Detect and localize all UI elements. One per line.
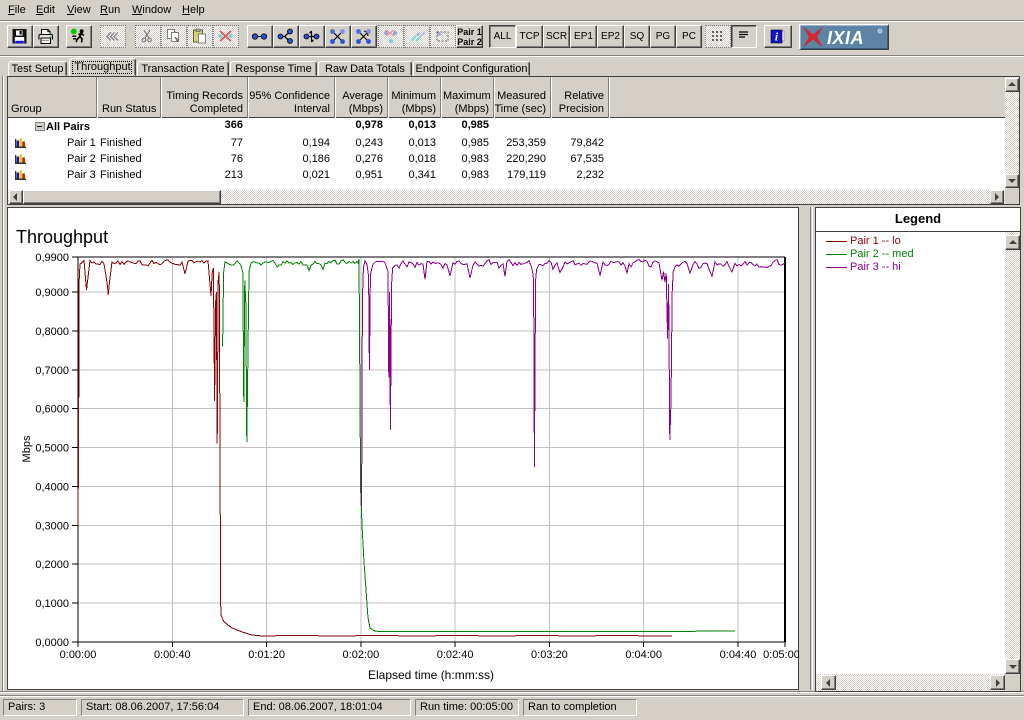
svg-text:0:02:40: 0:02:40	[437, 649, 474, 661]
svg-text:0:00:00: 0:00:00	[60, 649, 97, 661]
svg-text:0:02:00: 0:02:00	[343, 649, 380, 661]
svg-text:0,9900: 0,9900	[35, 252, 69, 264]
svg-text:0:01:20: 0:01:20	[248, 649, 285, 661]
svg-text:IXIA: IXIA	[827, 28, 864, 48]
svg-text:0,0000: 0,0000	[35, 637, 69, 649]
svg-text:0:03:20: 0:03:20	[531, 649, 568, 661]
svg-text:Elapsed time (h:mm:ss): Elapsed time (h:mm:ss)	[368, 668, 494, 682]
svg-text:0,1000: 0,1000	[35, 598, 69, 610]
svg-text:Mbps: Mbps	[21, 435, 33, 462]
svg-text:0:00:40: 0:00:40	[154, 649, 191, 661]
svg-text:0:04:00: 0:04:00	[625, 649, 662, 661]
svg-text:0:04:40: 0:04:40	[720, 649, 757, 661]
svg-text:0,5000: 0,5000	[35, 443, 69, 455]
svg-text:0:05:00: 0:05:00	[763, 649, 799, 661]
svg-text:0,2000: 0,2000	[35, 559, 69, 571]
svg-text:0,6000: 0,6000	[35, 404, 69, 416]
svg-text:Throughput: Throughput	[16, 227, 108, 247]
svg-text:0,7000: 0,7000	[35, 365, 69, 377]
svg-text:0,3000: 0,3000	[35, 520, 69, 532]
svg-text:0,4000: 0,4000	[35, 481, 69, 493]
svg-text:0,9000: 0,9000	[35, 287, 69, 299]
svg-text:0,8000: 0,8000	[35, 326, 69, 338]
